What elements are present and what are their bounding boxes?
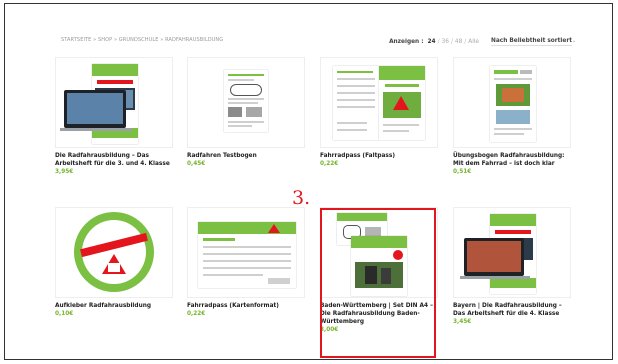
- product-title[interactable]: Aufkleber Radfahrausbildung: [55, 302, 173, 310]
- product-card[interactable]: Fahrradpass (Kartenformat) 0,22€: [187, 207, 305, 317]
- count-separator: /: [450, 39, 453, 45]
- product-price: 3,45€: [453, 319, 472, 325]
- count-separator: /: [437, 39, 440, 45]
- product-title[interactable]: Fahrradpass (Kartenformat): [187, 302, 305, 310]
- breadcrumb[interactable]: STARTSEITE » SHOP » GRUNDSCHULE » RADFAH…: [61, 37, 223, 43]
- product-card[interactable]: Bayern | Die Radfahrausbildung – Das Arb…: [453, 207, 571, 325]
- product-card[interactable]: Übungsbogen Radfahrausbildung: Mit dem F…: [453, 57, 571, 175]
- product-title[interactable]: Radfahren Testbogen: [187, 152, 305, 160]
- product-title[interactable]: Die Radfahrausbildung – Das Arbeitsheft …: [55, 152, 173, 168]
- count-option-36[interactable]: 36: [442, 39, 449, 45]
- sort-selected-value: Nach Beliebtheit sortiert: [491, 38, 572, 44]
- product-title[interactable]: Übungsbogen Radfahrausbildung: Mit dem F…: [453, 152, 571, 168]
- product-image-card-pass[interactable]: [187, 207, 305, 298]
- product-title[interactable]: Fahrradpass (Faltpass): [320, 152, 438, 160]
- product-card[interactable]: Die Radfahrausbildung – Das Arbeitsheft …: [55, 57, 173, 175]
- product-image-exercise-sheet[interactable]: [453, 57, 571, 148]
- count-option-48[interactable]: 48: [455, 39, 462, 45]
- rank-annotation: 3.: [292, 187, 311, 209]
- product-price: 0,45€: [187, 161, 206, 167]
- product-card[interactable]: Fahrradpass (Faltpass) 0,22€: [320, 57, 438, 167]
- product-price: 0,22€: [320, 161, 339, 167]
- product-image-test-sheet[interactable]: [187, 57, 305, 148]
- count-separator: /: [464, 39, 467, 45]
- highlight-box: [320, 208, 436, 358]
- sort-controls: Anzeigen : 24 / 36 / 48 / Alle Nach Beli…: [389, 36, 576, 48]
- product-title[interactable]: Bayern | Die Radfahrausbildung – Das Arb…: [453, 302, 571, 318]
- show-count-label: Anzeigen :: [389, 39, 424, 45]
- sort-dropdown[interactable]: Nach Beliebtheit sortiert ⌄: [491, 38, 576, 46]
- product-image-sticker[interactable]: [55, 207, 173, 298]
- product-card[interactable]: Radfahren Testbogen 0,45€: [187, 57, 305, 167]
- product-card[interactable]: Aufkleber Radfahrausbildung 0,10€: [55, 207, 173, 317]
- product-price: 0,10€: [55, 311, 74, 317]
- product-price: 0,51€: [453, 169, 472, 175]
- product-image-folding-pass[interactable]: [320, 57, 438, 148]
- product-image-workbook[interactable]: [55, 57, 173, 148]
- count-option-24[interactable]: 24: [428, 39, 436, 45]
- chevron-down-icon: ⌄: [571, 38, 577, 44]
- shop-toolbar: STARTSEITE » SHOP » GRUNDSCHULE » RADFAH…: [61, 36, 576, 49]
- count-option-all[interactable]: Alle: [468, 39, 479, 45]
- product-image-bavaria-workbook[interactable]: [453, 207, 571, 298]
- product-price: 3,95€: [55, 169, 74, 175]
- product-price: 0,22€: [187, 311, 206, 317]
